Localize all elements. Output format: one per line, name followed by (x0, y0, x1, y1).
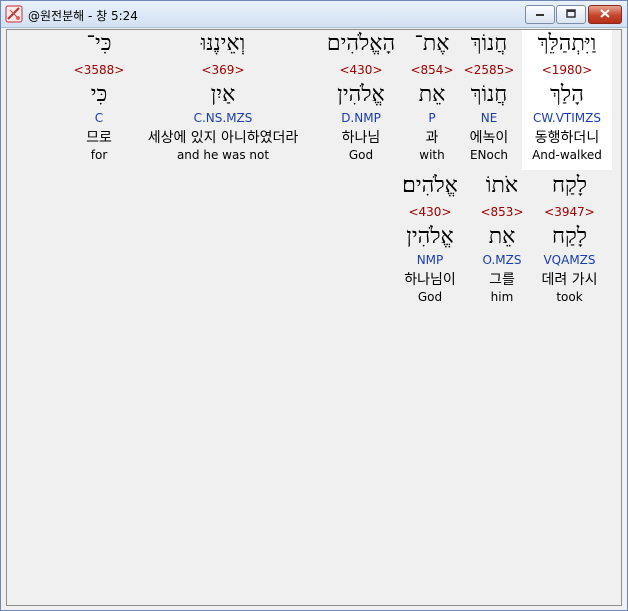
english-gloss: God (348, 148, 374, 162)
english-gloss: for (90, 148, 108, 162)
hebrew-lemma: חֲנוֹךְ (470, 82, 508, 107)
english-gloss: him (490, 290, 514, 304)
strong-number[interactable]: <2585> (459, 62, 519, 78)
strong-number[interactable]: <430> (390, 204, 470, 220)
korean-gloss: 세상에 있지 아니하였더라 (147, 130, 299, 146)
strong-number[interactable]: <369> (133, 62, 313, 78)
word-vayithalech[interactable]: וַיִּתְהַלֵּךְ <1980> הָלַךְ CW.VTIMZS 동… (522, 30, 612, 170)
verse-analysis-panel[interactable]: וַיִּתְהַלֵּךְ <1980> הָלַךְ CW.VTIMZS 동… (6, 29, 622, 606)
strong-number[interactable]: <3947> (532, 204, 607, 220)
morphology-code: CW.VTIMZS (533, 111, 601, 125)
hebrew-word: וְאֵינֶנּוּ (200, 31, 246, 56)
window-title: @원전분해 - 창 5:24 (28, 9, 138, 23)
english-gloss: God (417, 290, 443, 304)
hebrew-lemma: אַיִן (210, 82, 236, 107)
morphology-code: VQAMZS (543, 253, 596, 267)
hebrew-word: הָאֱלֹהִים (326, 31, 396, 56)
close-button[interactable] (588, 5, 622, 24)
english-gloss: with (419, 148, 445, 162)
korean-gloss: 므로 (86, 130, 112, 146)
hebrew-lemma: הָלַךְ (550, 82, 584, 107)
korean-gloss: 동행하더니 (534, 130, 600, 146)
hebrew-lemma: אֵת (418, 82, 446, 107)
hebrew-lemma: אֵת (488, 224, 516, 249)
hebrew-lemma: אֱלֹהִין (406, 224, 454, 249)
hebrew-word: אֱלֹהִים׃ (402, 173, 458, 198)
word-ki[interactable]: כִּי־ <3588> כִּי C 므로 for (69, 30, 129, 170)
morphology-code: C (94, 111, 104, 125)
strong-number[interactable]: <3588> (69, 62, 129, 78)
english-gloss: and he was not (176, 148, 270, 162)
app-window: @원전분해 - 창 5:24 וַיִּתְהַלֵּךְ <1980> הָל… (0, 0, 628, 611)
korean-gloss: 하나님 (341, 130, 381, 146)
morphology-code: NMP (416, 253, 444, 267)
word-veeinennu[interactable]: וְאֵינֶנּוּ <369> אַיִן C.NS.MZS 세상에 있지 … (133, 30, 313, 170)
close-icon (600, 9, 610, 18)
morphology-code: P (428, 111, 436, 125)
hebrew-word: לָקַח (551, 173, 588, 198)
english-gloss: took (556, 290, 583, 304)
hebrew-word: כִּי־ (86, 31, 112, 56)
hebrew-word: אֹתוֹ (485, 173, 519, 198)
korean-gloss: 과 (425, 130, 439, 146)
word-lakach[interactable]: לָקַח <3947> לָקַח VQAMZS 데려 가시 took (532, 172, 607, 312)
title-bar[interactable]: @원전분해 - 창 5:24 (1, 1, 627, 28)
minimize-icon (536, 14, 544, 16)
korean-gloss: 하나님이 (404, 272, 456, 288)
korean-gloss: 데려 가시 (541, 272, 598, 288)
app-logo-icon[interactable] (5, 5, 23, 23)
korean-gloss: 에녹이 (469, 130, 509, 146)
english-gloss: And-walked (532, 148, 602, 162)
hebrew-lemma: לָקַח (551, 224, 588, 249)
word-elohim[interactable]: אֱלֹהִים׃ <430> אֱלֹהִין NMP 하나님이 God (390, 172, 470, 312)
word-haelohim[interactable]: הָאֱלֹהִים <430> אֱלֹהִין D.NMP 하나님 God (317, 30, 405, 170)
strong-number[interactable]: <854> (407, 62, 457, 78)
hebrew-lemma: כִּי (90, 82, 108, 107)
strong-number[interactable]: <1980> (522, 62, 612, 78)
morphology-code: D.NMP (341, 111, 381, 125)
maximize-icon (566, 9, 576, 18)
word-oto[interactable]: אֹתוֹ <853> אֵת O.MZS 그를 him (472, 172, 532, 312)
korean-gloss: 그를 (489, 272, 515, 288)
word-chanoch[interactable]: חֲנוֹךְ <2585> חֲנוֹךְ NE 에녹이 ENoch (459, 30, 519, 170)
strong-number[interactable]: <853> (472, 204, 532, 220)
hebrew-word: אֶת־ (414, 31, 450, 56)
hebrew-word: וַיִּתְהַלֵּךְ (537, 31, 597, 56)
strong-number[interactable]: <430> (317, 62, 405, 78)
word-et[interactable]: אֶת־ <854> אֵת P 과 with (407, 30, 457, 170)
minimize-button[interactable] (525, 5, 555, 24)
hebrew-lemma: אֱלֹהִין (337, 82, 385, 107)
english-gloss: ENoch (469, 148, 509, 162)
hebrew-word: חֲנוֹךְ (470, 31, 508, 56)
morphology-code: O.MZS (482, 253, 522, 267)
morphology-code: C.NS.MZS (193, 111, 253, 125)
maximize-button[interactable] (556, 5, 586, 24)
morphology-code: NE (480, 111, 498, 125)
